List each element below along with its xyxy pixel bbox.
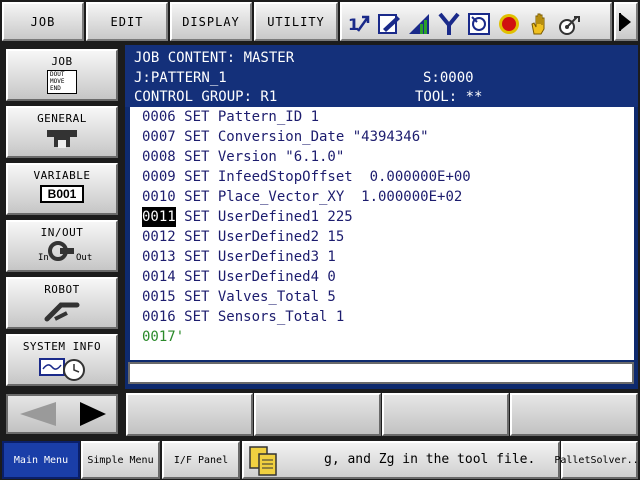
line-instruction: SET UserDefined2 15	[175, 229, 345, 245]
triangle-right-icon	[80, 402, 106, 426]
side-menu-job[interactable]: JOB DOUT MOVE END	[6, 49, 118, 101]
soft-key-3[interactable]	[382, 393, 509, 436]
job-icon: DOUT MOVE END	[47, 70, 77, 94]
job-line-list[interactable]: 0006 SET Pattern_ID 1 0007 SET Conversio…	[130, 107, 634, 360]
line-instruction: SET InfeedStopOffset 0.000000E+00	[175, 169, 471, 185]
servo-icon	[466, 10, 492, 38]
job-line[interactable]: 0015 SET Valves_Total 5	[142, 287, 336, 307]
line-number: 0017'	[142, 329, 185, 345]
line-number: 0014	[142, 269, 176, 285]
job-line[interactable]: 0012 SET UserDefined2 15	[142, 227, 344, 247]
side-menu-robot[interactable]: ROBOT	[6, 277, 118, 329]
pallet-solver-button[interactable]: PalletSolver...	[554, 441, 640, 479]
line-number-cursor: 0011	[142, 207, 176, 227]
page-forward-button[interactable]	[614, 2, 638, 41]
system-info-icon	[39, 358, 85, 381]
coordinate-icon: 1	[346, 10, 372, 38]
job-line[interactable]: 0013 SET UserDefined3 1	[142, 247, 336, 267]
job-content-title: JOB CONTENT: MASTER	[134, 50, 295, 66]
side-menu-variable[interactable]: VARIABLE B001	[6, 163, 118, 215]
triangle-right-icon	[619, 12, 631, 31]
line-number: 0015	[142, 289, 176, 305]
job-line[interactable]: 0016 SET Sensors_Total 1	[142, 307, 344, 327]
line-number: 0013	[142, 249, 176, 265]
side-menu-inout[interactable]: IN/OUT In Out	[6, 220, 118, 272]
triangle-left-icon	[20, 402, 56, 426]
line-instruction: SET Version "6.1.0"	[175, 149, 345, 165]
edit-menu-button[interactable]: EDIT	[86, 2, 168, 41]
job-line[interactable]: 0006 SET Pattern_ID 1	[142, 107, 319, 127]
message-text: g, and Zg in the tool file. l	[324, 452, 583, 467]
hand-icon	[526, 10, 552, 38]
inout-out-label: Out	[76, 253, 93, 263]
main-menu-button[interactable]: Main Menu	[2, 441, 80, 479]
line-instruction: SET UserDefined4 0	[175, 269, 336, 285]
soft-key-4[interactable]	[510, 393, 638, 436]
edit-mode-icon	[376, 10, 402, 38]
robot-arm-icon	[44, 302, 80, 322]
message-icon	[249, 446, 277, 476]
side-menu-system-info[interactable]: SYSTEM INFO	[6, 334, 118, 386]
stop-icon	[496, 10, 522, 38]
side-menu-system-info-label: SYSTEM INFO	[22, 340, 102, 353]
display-menu-button[interactable]: DISPLAY	[170, 2, 252, 41]
side-menu-robot-label: ROBOT	[44, 283, 80, 296]
line-instruction: SET Valves_Total 5	[175, 289, 336, 305]
speed-icon	[406, 10, 432, 38]
job-line[interactable]: 0014 SET UserDefined4 0	[142, 267, 336, 287]
side-menu-general-label: GENERAL	[37, 112, 87, 125]
line-number: 0006	[142, 109, 176, 125]
side-menu-job-label: JOB	[51, 55, 73, 68]
side-nav-back-button[interactable]	[12, 400, 60, 428]
variable-badge: B001	[40, 185, 84, 203]
job-line[interactable]: 0009 SET InfeedStopOffset 0.000000E+00	[142, 167, 471, 187]
job-menu-button[interactable]: JOB	[2, 2, 84, 41]
if-panel-button[interactable]: I/F Panel	[162, 441, 240, 479]
job-content-header: JOB CONTENT: MASTER J:PATTERN_1 S:0000 C…	[125, 45, 638, 107]
tool-number: TOOL: **	[415, 89, 483, 105]
job-line[interactable]: 0007 SET Conversion_Date "4394346"	[142, 127, 429, 147]
soft-key-1[interactable]	[126, 393, 253, 436]
control-group: CONTROL GROUP: R1	[134, 89, 278, 105]
line-instruction: SET Pattern_ID 1	[175, 109, 320, 125]
simple-menu-button[interactable]: Simple Menu	[81, 441, 160, 479]
utility-menu-button[interactable]: UTILITY	[254, 2, 338, 41]
line-number: 0016	[142, 309, 176, 325]
security-icon	[556, 10, 582, 38]
line-instruction: SET UserDefined3 1	[175, 249, 336, 265]
y-icon	[436, 10, 462, 38]
side-menu-inout-label: IN/OUT	[40, 226, 84, 239]
svg-text:1: 1	[348, 15, 359, 34]
job-icon-line: END	[50, 85, 61, 92]
tool-icon	[47, 130, 77, 148]
message-area[interactable]: g, and Zg in the tool file. l	[242, 441, 582, 479]
step-number: S:0000	[423, 70, 474, 86]
line-instruction: SET Sensors_Total 1	[175, 309, 345, 325]
job-line[interactable]: 0010 SET Place_Vector_XY 1.000000E+02	[142, 187, 462, 207]
side-menu-general[interactable]: GENERAL	[6, 106, 118, 158]
side-menu-variable-label: VARIABLE	[33, 169, 91, 182]
job-line-end[interactable]: 0017'	[142, 327, 184, 347]
soft-key-2[interactable]	[254, 393, 381, 436]
line-number: 0007	[142, 129, 176, 145]
line-instruction: SET UserDefined1 225	[175, 209, 353, 225]
job-icon-line: MOVE	[50, 78, 65, 85]
side-nav	[6, 394, 118, 434]
status-bar: 1	[340, 2, 612, 41]
plug-icon	[48, 241, 74, 261]
job-line[interactable]: 0008 SET Version "6.1.0"	[142, 147, 344, 167]
line-instruction: SET Place_Vector_XY 1.000000E+02	[175, 189, 463, 205]
line-instruction: SET Conversion_Date "4394346"	[175, 129, 429, 145]
side-nav-forward-button[interactable]	[64, 400, 112, 428]
line-number: 0010	[142, 189, 176, 205]
input-line[interactable]	[128, 362, 634, 384]
line-number: 0008	[142, 149, 176, 165]
line-number: 0009	[142, 169, 176, 185]
job-name: J:PATTERN_1	[134, 70, 227, 86]
inout-icon: In Out	[8, 239, 116, 265]
line-number: 0012	[142, 229, 176, 245]
job-line-selected[interactable]: 0011 SET UserDefined1 225	[142, 207, 353, 227]
job-icon-line: DOUT	[50, 71, 65, 78]
